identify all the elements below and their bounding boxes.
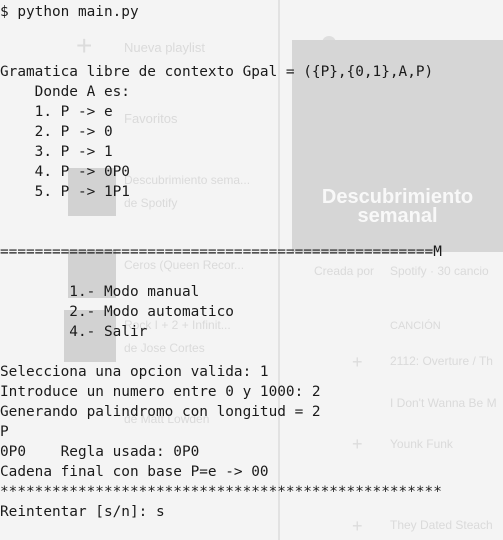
terminal-line: 1. P -> e xyxy=(0,104,113,120)
terminal-line: 4. P -> 0P0 xyxy=(0,164,130,180)
terminal-line: P xyxy=(0,424,9,440)
terminal-line: Introduce un numero entre 0 y 1000: 2 xyxy=(0,384,321,400)
terminal-line: 2. P -> 0 xyxy=(0,124,113,140)
terminal-line: ========================================… xyxy=(0,244,442,260)
terminal-line: 2.- Modo automatico xyxy=(0,304,234,320)
terminal-line: Selecciona una opcion valida: 1 xyxy=(0,364,269,380)
terminal-line: 1.- Modo manual xyxy=(0,284,200,300)
terminal-line: 0P0 Regla usada: 0P0 xyxy=(0,444,200,460)
terminal-line: 5. P -> 1P1 xyxy=(0,184,130,200)
terminal-line: $ python main.py xyxy=(0,4,139,20)
terminal-line: Cadena final con base P=e -> 00 xyxy=(0,464,269,480)
terminal-line: Donde A es: xyxy=(0,84,130,100)
terminal-line: ****************************************… xyxy=(0,484,442,500)
terminal-output[interactable]: $ python main.py Gramatica libre de cont… xyxy=(0,0,503,540)
terminal-line: 3. P -> 1 xyxy=(0,144,113,160)
terminal-line: 4.- Salir xyxy=(0,324,148,340)
terminal-line: Generando palindromo con longitud = 2 xyxy=(0,404,321,420)
terminal-prompt-line[interactable]: Reintentar [s/n]: s xyxy=(0,502,165,522)
terminal-line: Gramatica libre de contexto Gpal = ({P},… xyxy=(0,64,434,80)
